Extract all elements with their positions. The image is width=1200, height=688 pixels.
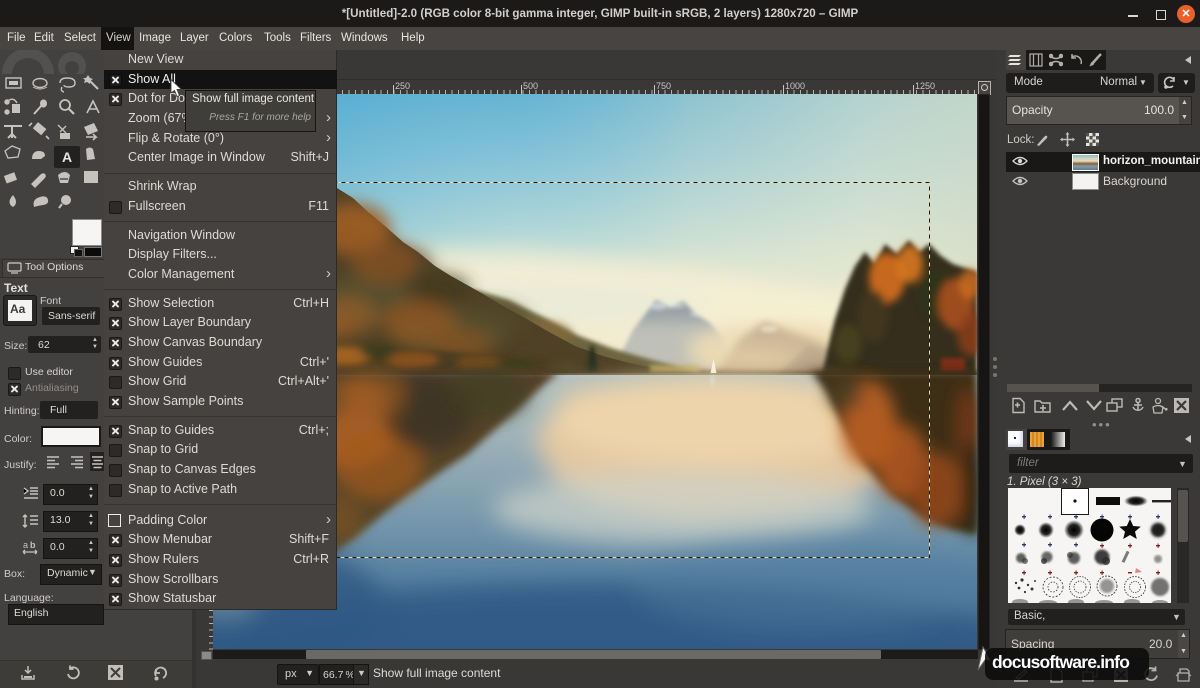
svg-text:a: a: [23, 540, 28, 550]
svg-text:b: b: [30, 540, 36, 550]
